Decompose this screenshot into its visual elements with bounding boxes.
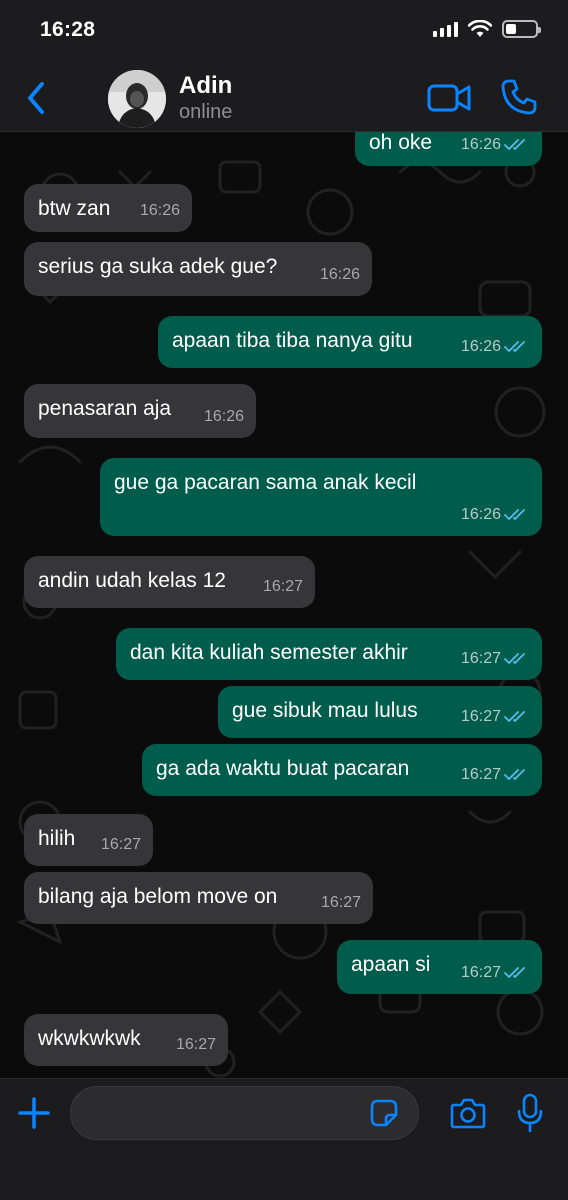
- double-check-icon: [504, 769, 525, 780]
- avatar[interactable]: [108, 70, 166, 128]
- message-text: andin udah kelas 12: [38, 569, 226, 592]
- battery-icon: [502, 20, 541, 38]
- double-check-icon: [504, 967, 525, 978]
- chevron-left-icon[interactable]: [20, 78, 54, 118]
- message-time: 16:27: [460, 766, 501, 783]
- incoming-message[interactable]: serius ga suka adek gue? 16:26: [24, 242, 372, 296]
- microphone-icon[interactable]: [516, 1093, 544, 1133]
- message-input[interactable]: [70, 1086, 419, 1140]
- message-time: 16:27: [175, 1036, 216, 1053]
- status-icons: [433, 20, 541, 38]
- sticker-icon[interactable]: [370, 1099, 398, 1127]
- message-time: 16:27: [460, 964, 501, 981]
- message-text: dan kita kuliah semester akhir: [130, 641, 408, 664]
- incoming-message[interactable]: btw zan 16:26: [24, 184, 192, 232]
- message-text: wkwkwkwk: [38, 1027, 141, 1050]
- message-text: bilang aja belom move on: [38, 885, 278, 908]
- message-time: 16:27: [460, 708, 501, 725]
- message-text: gue sibuk mau lulus: [232, 699, 418, 722]
- outgoing-message[interactable]: gue sibuk mau lulus 16:27: [218, 686, 542, 738]
- chat-header: Adin online: [0, 64, 568, 132]
- contact-status: online: [179, 101, 233, 123]
- incoming-message[interactable]: bilang aja belom move on 16:27: [24, 872, 373, 924]
- message-text: apaan si: [351, 953, 431, 976]
- message-time: 16:26: [203, 408, 244, 425]
- outgoing-message[interactable]: apaan tiba tiba nanya gitu 16:26: [158, 316, 542, 368]
- message-time: 16:26: [139, 202, 180, 219]
- double-check-icon: [504, 653, 525, 664]
- message-meta: 16:26: [461, 502, 530, 528]
- message-meta: 16:27: [461, 960, 530, 986]
- incoming-message[interactable]: andin udah kelas 12 16:27: [24, 556, 315, 608]
- message-meta: 16:27: [176, 1032, 216, 1058]
- message-time: 16:26: [460, 136, 501, 153]
- message-time: 16:26: [460, 506, 501, 523]
- message-meta: 16:27: [461, 762, 530, 788]
- double-check-icon: [504, 711, 525, 722]
- message-meta: 16:27: [461, 646, 530, 672]
- message-meta: 16:27: [101, 832, 141, 858]
- outgoing-message[interactable]: ga ada waktu buat pacaran 16:27: [142, 744, 542, 796]
- message-text: hilih: [38, 827, 76, 850]
- status-time: 16:28: [40, 18, 96, 41]
- message-time: 16:27: [320, 894, 361, 911]
- battery-level: [506, 24, 516, 34]
- incoming-message[interactable]: penasaran aja 16:26: [24, 384, 256, 438]
- double-check-icon: [504, 509, 525, 520]
- message-meta: 16:27: [461, 704, 530, 730]
- message-text: serius ga suka adek gue?: [38, 255, 278, 278]
- phone-icon[interactable]: [500, 78, 538, 116]
- double-check-icon: [504, 139, 525, 150]
- message-text: penasaran aja: [38, 397, 172, 420]
- composer-bar: [0, 1078, 568, 1200]
- message-text: gue ga pacaran sama anak kecil: [114, 471, 417, 494]
- message-text: btw zan: [38, 197, 111, 220]
- message-meta: 16:26: [461, 334, 530, 360]
- video-camera-icon[interactable]: [426, 82, 472, 114]
- message-meta: 16:27: [321, 890, 361, 916]
- message-meta: 16:26: [461, 132, 530, 158]
- message-meta: 16:26: [140, 198, 180, 224]
- outgoing-message[interactable]: oh oke 16:26: [355, 132, 542, 166]
- message-time: 16:26: [319, 266, 360, 283]
- message-time: 16:27: [460, 650, 501, 667]
- message-text: ga ada waktu buat pacaran: [156, 757, 410, 780]
- incoming-message[interactable]: wkwkwkwk 16:27: [24, 1014, 228, 1066]
- double-check-icon: [504, 341, 525, 352]
- incoming-message[interactable]: hilih 16:27: [24, 814, 153, 866]
- contact-name[interactable]: Adin: [179, 72, 232, 100]
- wifi-icon: [468, 20, 492, 37]
- outgoing-message[interactable]: dan kita kuliah semester akhir 16:27: [116, 628, 542, 680]
- message-time: 16:27: [100, 836, 141, 853]
- plus-icon[interactable]: [16, 1095, 52, 1131]
- message-meta: 16:26: [204, 404, 244, 430]
- message-text: apaan tiba tiba nanya gitu: [172, 329, 413, 352]
- status-bar: 16:28: [0, 0, 568, 64]
- outgoing-message[interactable]: gue ga pacaran sama anak kecil 16:26: [100, 458, 542, 536]
- camera-icon[interactable]: [450, 1097, 486, 1129]
- outgoing-message[interactable]: apaan si 16:27: [337, 940, 542, 994]
- message-time: 16:27: [262, 578, 303, 595]
- message-list[interactable]: oh oke 16:26 btw zan 16:26 serius ga suka ad…: [0, 132, 568, 1078]
- message-meta: 16:27: [263, 574, 303, 600]
- message-meta: 16:26: [320, 262, 360, 288]
- message-text: oh oke: [369, 132, 433, 154]
- message-time: 16:26: [460, 338, 501, 355]
- cellular-signal-icon: [433, 21, 458, 37]
